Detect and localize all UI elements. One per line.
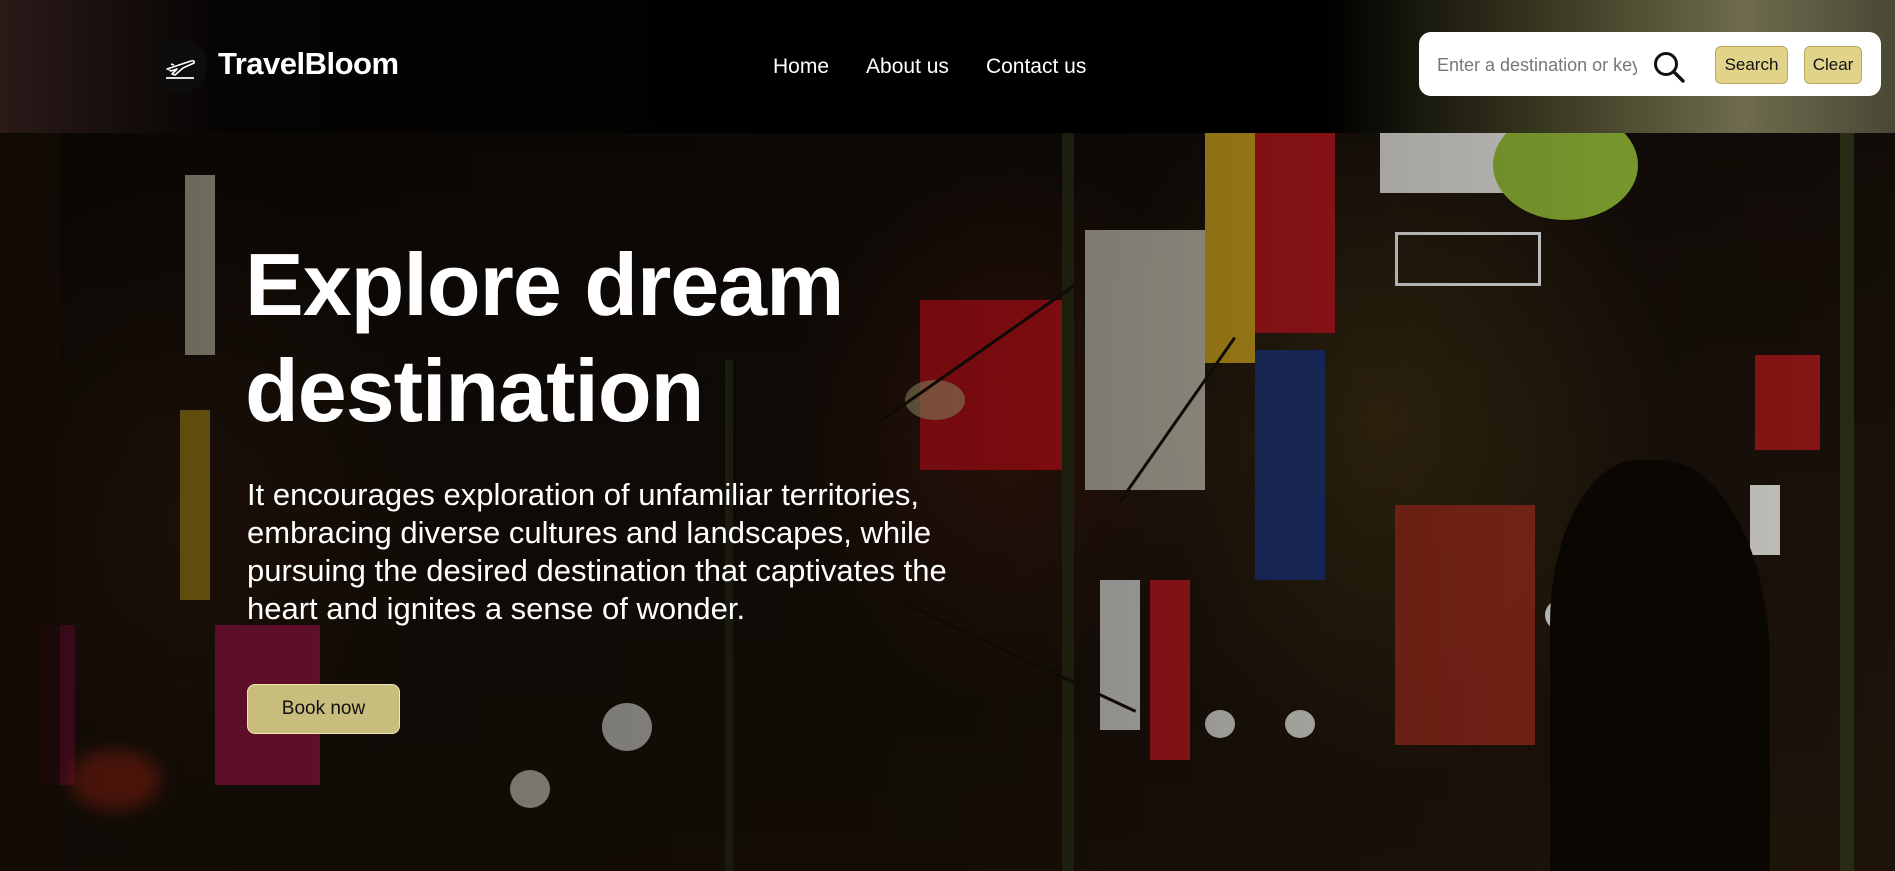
search-input[interactable] [1435, 48, 1639, 82]
nav-home[interactable]: Home [773, 55, 829, 79]
airplane-departure-icon[interactable] [153, 39, 207, 93]
brand-name[interactable]: TravelBloom [218, 46, 399, 82]
hero-title: Explore dream destination [245, 232, 1145, 444]
book-now-button[interactable]: Book now [247, 684, 400, 734]
header: TravelBloom Home About us Contact us Sea… [0, 0, 1895, 133]
hero-title-line-2: destination [245, 341, 704, 440]
hero-description: It encourages exploration of unfamiliar … [247, 477, 947, 626]
search-icon[interactable] [1652, 50, 1686, 84]
main-nav: Home About us Contact us [773, 55, 1086, 79]
hero-title-line-1: Explore dream [245, 235, 844, 334]
search-button[interactable]: Search [1715, 46, 1788, 84]
nav-about-us[interactable]: About us [866, 55, 949, 79]
nav-contact-us[interactable]: Contact us [986, 55, 1086, 79]
clear-button[interactable]: Clear [1804, 46, 1862, 84]
